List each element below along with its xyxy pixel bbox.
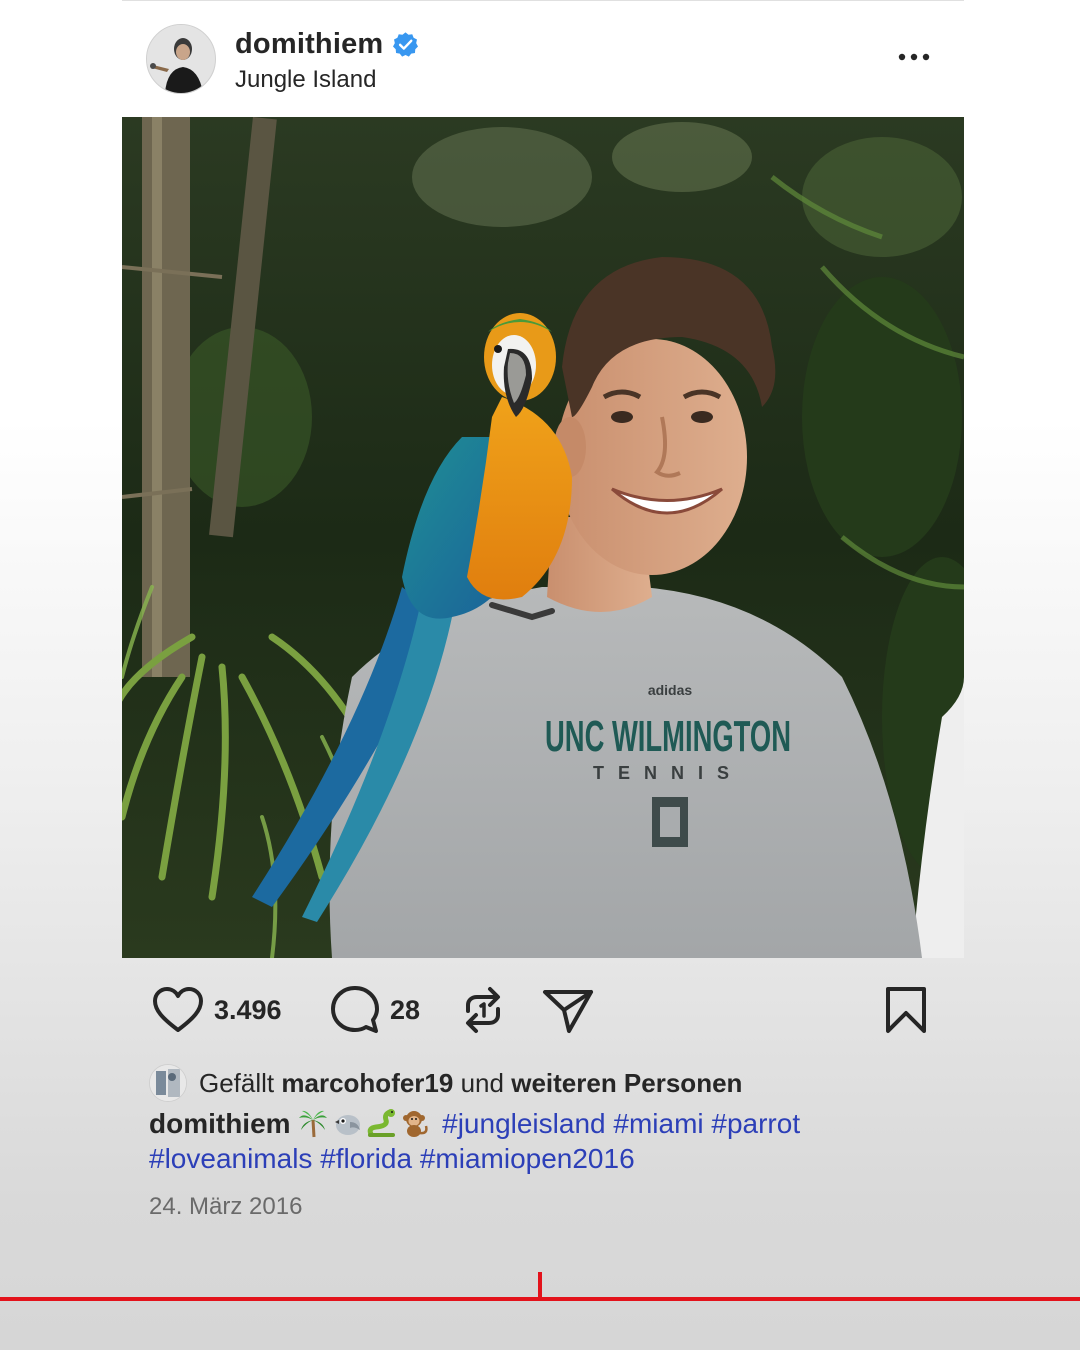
action-bar: 3.496 28	[122, 980, 964, 1040]
profile-avatar[interactable]	[146, 24, 216, 94]
more-options-button[interactable]	[894, 42, 934, 72]
more-horizontal-icon	[898, 53, 930, 61]
liker-username[interactable]: marcohofer19	[281, 1068, 453, 1099]
like-count: 3.496	[214, 994, 282, 1025]
bookmark-icon	[886, 987, 926, 1033]
likes-summary: Gefällt marcohofer19 und weiteren Person…	[149, 1062, 742, 1104]
shirt-brand: adidas	[648, 682, 693, 698]
bird-icon	[335, 1115, 361, 1135]
comment-button[interactable]: 28	[330, 980, 420, 1040]
post-header: domithiem Jungle Island	[122, 0, 964, 116]
snake-icon	[368, 1109, 396, 1137]
accent-line-tick	[538, 1272, 542, 1299]
username[interactable]: domithiem	[235, 28, 383, 61]
shirt-line1: UNC WILMINGTON	[545, 712, 791, 761]
palm-tree-icon	[299, 1110, 328, 1138]
heart-icon	[153, 987, 203, 1032]
hashtag-parrot[interactable]: #parrot	[711, 1108, 800, 1139]
likes-prefix: Gefällt	[199, 1067, 275, 1098]
username-row: domithiem	[235, 24, 419, 64]
share-button[interactable]	[542, 980, 594, 1040]
monkey-icon	[403, 1111, 428, 1137]
shirt-line2: TENNIS	[593, 763, 743, 783]
caption-author[interactable]: domithiem	[149, 1108, 291, 1139]
post-image[interactable]: adidas UNC WILMINGTON TENNIS	[122, 117, 964, 958]
accent-line	[0, 1297, 1080, 1301]
hashtag-miamiopen2016[interactable]: #miamiopen2016	[420, 1143, 635, 1174]
send-icon	[543, 990, 593, 1033]
post-caption: domithiem #jungleisland #miami #parrot #…	[149, 1106, 929, 1176]
liker-avatar[interactable]	[149, 1064, 187, 1102]
repost-button[interactable]	[460, 980, 506, 1040]
comment-count: 28	[390, 994, 421, 1025]
verified-badge-icon	[392, 31, 419, 58]
like-button[interactable]: 3.496	[152, 980, 282, 1040]
post-location[interactable]: Jungle Island	[235, 66, 376, 94]
hashtag-florida[interactable]: #florida	[320, 1143, 412, 1174]
likes-others-link[interactable]: weiteren Personen	[511, 1068, 742, 1099]
repost-icon	[466, 987, 500, 1033]
likes-middle: und	[460, 1067, 504, 1098]
hashtag-loveanimals[interactable]: #loveanimals	[149, 1143, 312, 1174]
save-button[interactable]	[884, 980, 928, 1040]
post-date: 24. März 2016	[149, 1193, 303, 1220]
hashtag-jungleisland[interactable]: #jungleisland	[442, 1108, 605, 1139]
hashtag-miami[interactable]: #miami	[613, 1108, 703, 1139]
comment-icon	[331, 986, 379, 1033]
